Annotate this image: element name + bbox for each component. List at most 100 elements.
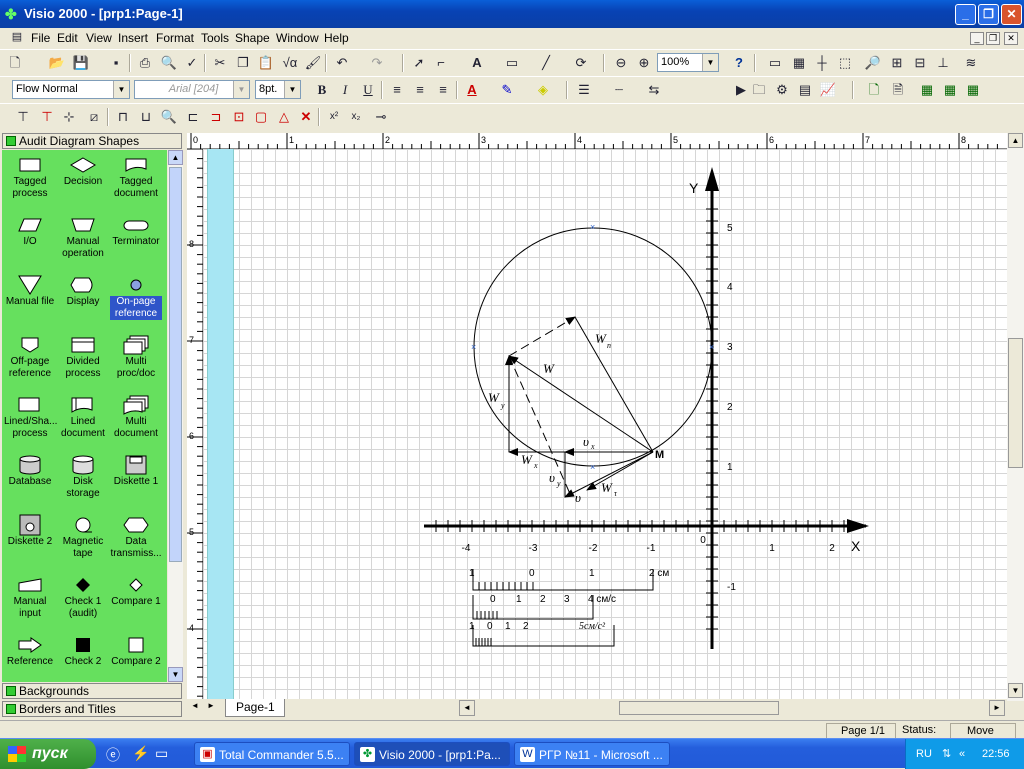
guides-icon[interactable]: ┼ xyxy=(813,54,831,72)
chevron-down-icon[interactable]: ▼ xyxy=(233,81,249,98)
circle-handle[interactable]: × xyxy=(590,222,595,232)
maximize-button[interactable]: ❐ xyxy=(978,4,999,25)
zoom-window-icon[interactable]: 🔎 xyxy=(864,54,882,72)
scroll-up-icon[interactable]: ▲ xyxy=(1008,133,1023,148)
underline-icon[interactable]: U xyxy=(359,81,377,99)
shape-tagged-document[interactable]: Tagged document xyxy=(110,154,162,200)
start-button[interactable]: пуск xyxy=(0,739,96,769)
doc-minimize-button[interactable]: _ xyxy=(970,32,984,45)
shape-compare-2[interactable]: Compare 2 xyxy=(110,634,162,680)
shape-lined-document[interactable]: Lined document xyxy=(57,394,109,440)
grid-icon[interactable]: ▦ xyxy=(790,54,808,72)
shape-diskette-2[interactable]: Diskette 2 xyxy=(4,514,56,560)
shape-reference[interactable]: Reference xyxy=(4,634,56,680)
menu-window[interactable]: Window xyxy=(276,31,319,45)
help-icon[interactable]: ? xyxy=(730,54,748,72)
vertical-scrollbar[interactable]: ▲ ▼ xyxy=(1007,133,1024,701)
shape-check-2[interactable]: Check 2 xyxy=(57,634,109,680)
spreadsheet-icon[interactable]: ▤ xyxy=(796,81,814,99)
task-visio[interactable]: ✤ Visio 2000 - [prp1:Pa... xyxy=(354,742,510,766)
first-page-icon[interactable]: ◄ xyxy=(191,701,199,710)
format-painter-icon[interactable]: 🖌 xyxy=(304,54,322,72)
pan-zoom-icon[interactable]: ⊞ xyxy=(888,54,906,72)
text-tool-icon[interactable]: A xyxy=(468,54,486,72)
menu-view[interactable]: View xyxy=(86,31,112,45)
shape-multi-document[interactable]: Multi document xyxy=(110,394,162,440)
network-icon[interactable]: ⇅ xyxy=(942,739,951,769)
save-icon[interactable]: ▪ xyxy=(107,54,125,72)
lay-out-icon[interactable]: ⧄ xyxy=(85,108,103,126)
shape-multi-proc-doc[interactable]: Multi proc/doc xyxy=(110,334,162,380)
desktop-icon[interactable]: ▭ xyxy=(155,745,168,762)
stencil-title-bar[interactable]: Audit Diagram Shapes xyxy=(2,133,182,149)
align-center-icon[interactable]: ≡ xyxy=(411,81,429,99)
task-word[interactable]: W РГР №11 - Microsoft ... xyxy=(514,742,670,766)
combine-icon[interactable]: ⊐ xyxy=(207,108,225,126)
shape-tagged-process[interactable]: Tagged process xyxy=(4,154,56,200)
horizontal-ruler[interactable]: 01234567891 xyxy=(187,133,1007,149)
layout2-icon[interactable]: ▦ xyxy=(941,81,959,99)
shape-manual-operation[interactable]: Manual operation xyxy=(57,214,109,260)
delete-icon[interactable]: ✕ xyxy=(297,108,315,126)
shape-manual-input[interactable]: Manual input xyxy=(4,574,56,620)
stencil-backgrounds[interactable]: Backgrounds xyxy=(2,683,182,699)
shape-diskette-1[interactable]: Diskette 1 xyxy=(110,454,162,500)
quicklaunch-icon[interactable]: ⚡ xyxy=(132,745,149,762)
font-select[interactable]: Arial [204] ▼ xyxy=(134,80,250,99)
ie-icon[interactable]: ⓔ xyxy=(106,745,120,765)
doc-restore-button[interactable]: ❐ xyxy=(986,32,1000,45)
print-icon[interactable]: ⎙ xyxy=(136,54,154,72)
scroll-thumb[interactable] xyxy=(1008,338,1023,468)
undo-icon[interactable]: ↶ xyxy=(333,54,351,72)
task-total-commander[interactable]: ▣ Total Commander 5.5... xyxy=(194,742,350,766)
union-icon[interactable]: ⊏ xyxy=(184,108,202,126)
shape-off-page-reference[interactable]: Off-page reference xyxy=(4,334,56,380)
fill-color-icon[interactable]: ◈ xyxy=(534,81,552,99)
rectangle-tool-icon[interactable]: ▭ xyxy=(503,54,521,72)
print-preview-icon[interactable]: 🔍 xyxy=(160,54,178,72)
shape-data-transmission[interactable]: Data transmiss... xyxy=(110,514,162,560)
shape-explorer-icon[interactable]: 🗀 xyxy=(750,81,768,99)
shape-display[interactable]: Display xyxy=(57,274,109,320)
shape-decision[interactable]: Decision xyxy=(57,154,109,200)
line-ends-icon[interactable]: ⇆ xyxy=(645,81,663,99)
diagram[interactable]: X Y -4 -3 -2 -1 0 1 2 5 4 3 2 1 -1 × × ×… xyxy=(203,149,1007,699)
language-indicator[interactable]: RU xyxy=(916,739,932,769)
tray-chevron-icon[interactable]: « xyxy=(959,739,965,769)
layout3-icon[interactable]: ▦ xyxy=(964,81,982,99)
scroll-left-icon[interactable]: ◄ xyxy=(459,700,475,716)
insert-object-icon[interactable]: √α xyxy=(281,54,299,72)
redo-icon[interactable]: ↷ xyxy=(368,54,386,72)
shape-divided-process[interactable]: Divided process xyxy=(57,334,109,380)
horizontal-scroll-thumb[interactable] xyxy=(619,701,779,715)
chevron-down-icon[interactable]: ▼ xyxy=(113,81,129,98)
shape-compare-1[interactable]: Compare 1 xyxy=(110,574,162,620)
rotation-tool-icon[interactable]: ⟳ xyxy=(572,54,590,72)
shape-terminator[interactable]: Terminator xyxy=(110,214,162,260)
shape-io[interactable]: I/O xyxy=(4,214,56,260)
shape-check-1-audit[interactable]: Check 1 (audit) xyxy=(57,574,109,620)
menu-file[interactable]: File xyxy=(31,31,50,45)
zoom-select[interactable]: 100% ▼ xyxy=(657,53,719,72)
stencil-scrollbar[interactable]: ▲ ▼ xyxy=(168,150,183,682)
circle-handle[interactable]: × xyxy=(471,342,476,352)
magnify-icon[interactable]: 🔍 xyxy=(160,108,178,126)
shape-database[interactable]: Database xyxy=(4,454,56,500)
triangle-icon[interactable]: △ xyxy=(275,108,293,126)
stencil-borders-and-titles[interactable]: Borders and Titles xyxy=(2,701,182,717)
scroll-down-icon[interactable]: ▼ xyxy=(168,667,183,682)
chevron-down-icon[interactable]: ▼ xyxy=(284,81,300,98)
shape-disk-storage[interactable]: Disk storage xyxy=(57,454,109,500)
line-pattern-icon[interactable]: ┈ xyxy=(610,81,628,99)
visio-app-icon[interactable]: ✤ xyxy=(5,6,21,22)
minimize-button[interactable]: _ xyxy=(955,4,976,25)
custom-properties-icon[interactable]: ⊥ xyxy=(934,54,952,72)
pointer-tool-icon[interactable]: ➚ xyxy=(410,54,428,72)
line-weight-icon[interactable]: ☰ xyxy=(575,81,593,99)
vertical-ruler[interactable]: 8 7 6 5 4 xyxy=(187,148,203,699)
circle-handle[interactable]: × xyxy=(590,462,595,472)
snap-glue-icon[interactable]: ⊸ xyxy=(372,108,390,126)
scroll-up-icon[interactable]: ▲ xyxy=(168,150,183,165)
italic-icon[interactable]: I xyxy=(336,81,354,99)
cut-icon[interactable]: ✂ xyxy=(211,54,229,72)
